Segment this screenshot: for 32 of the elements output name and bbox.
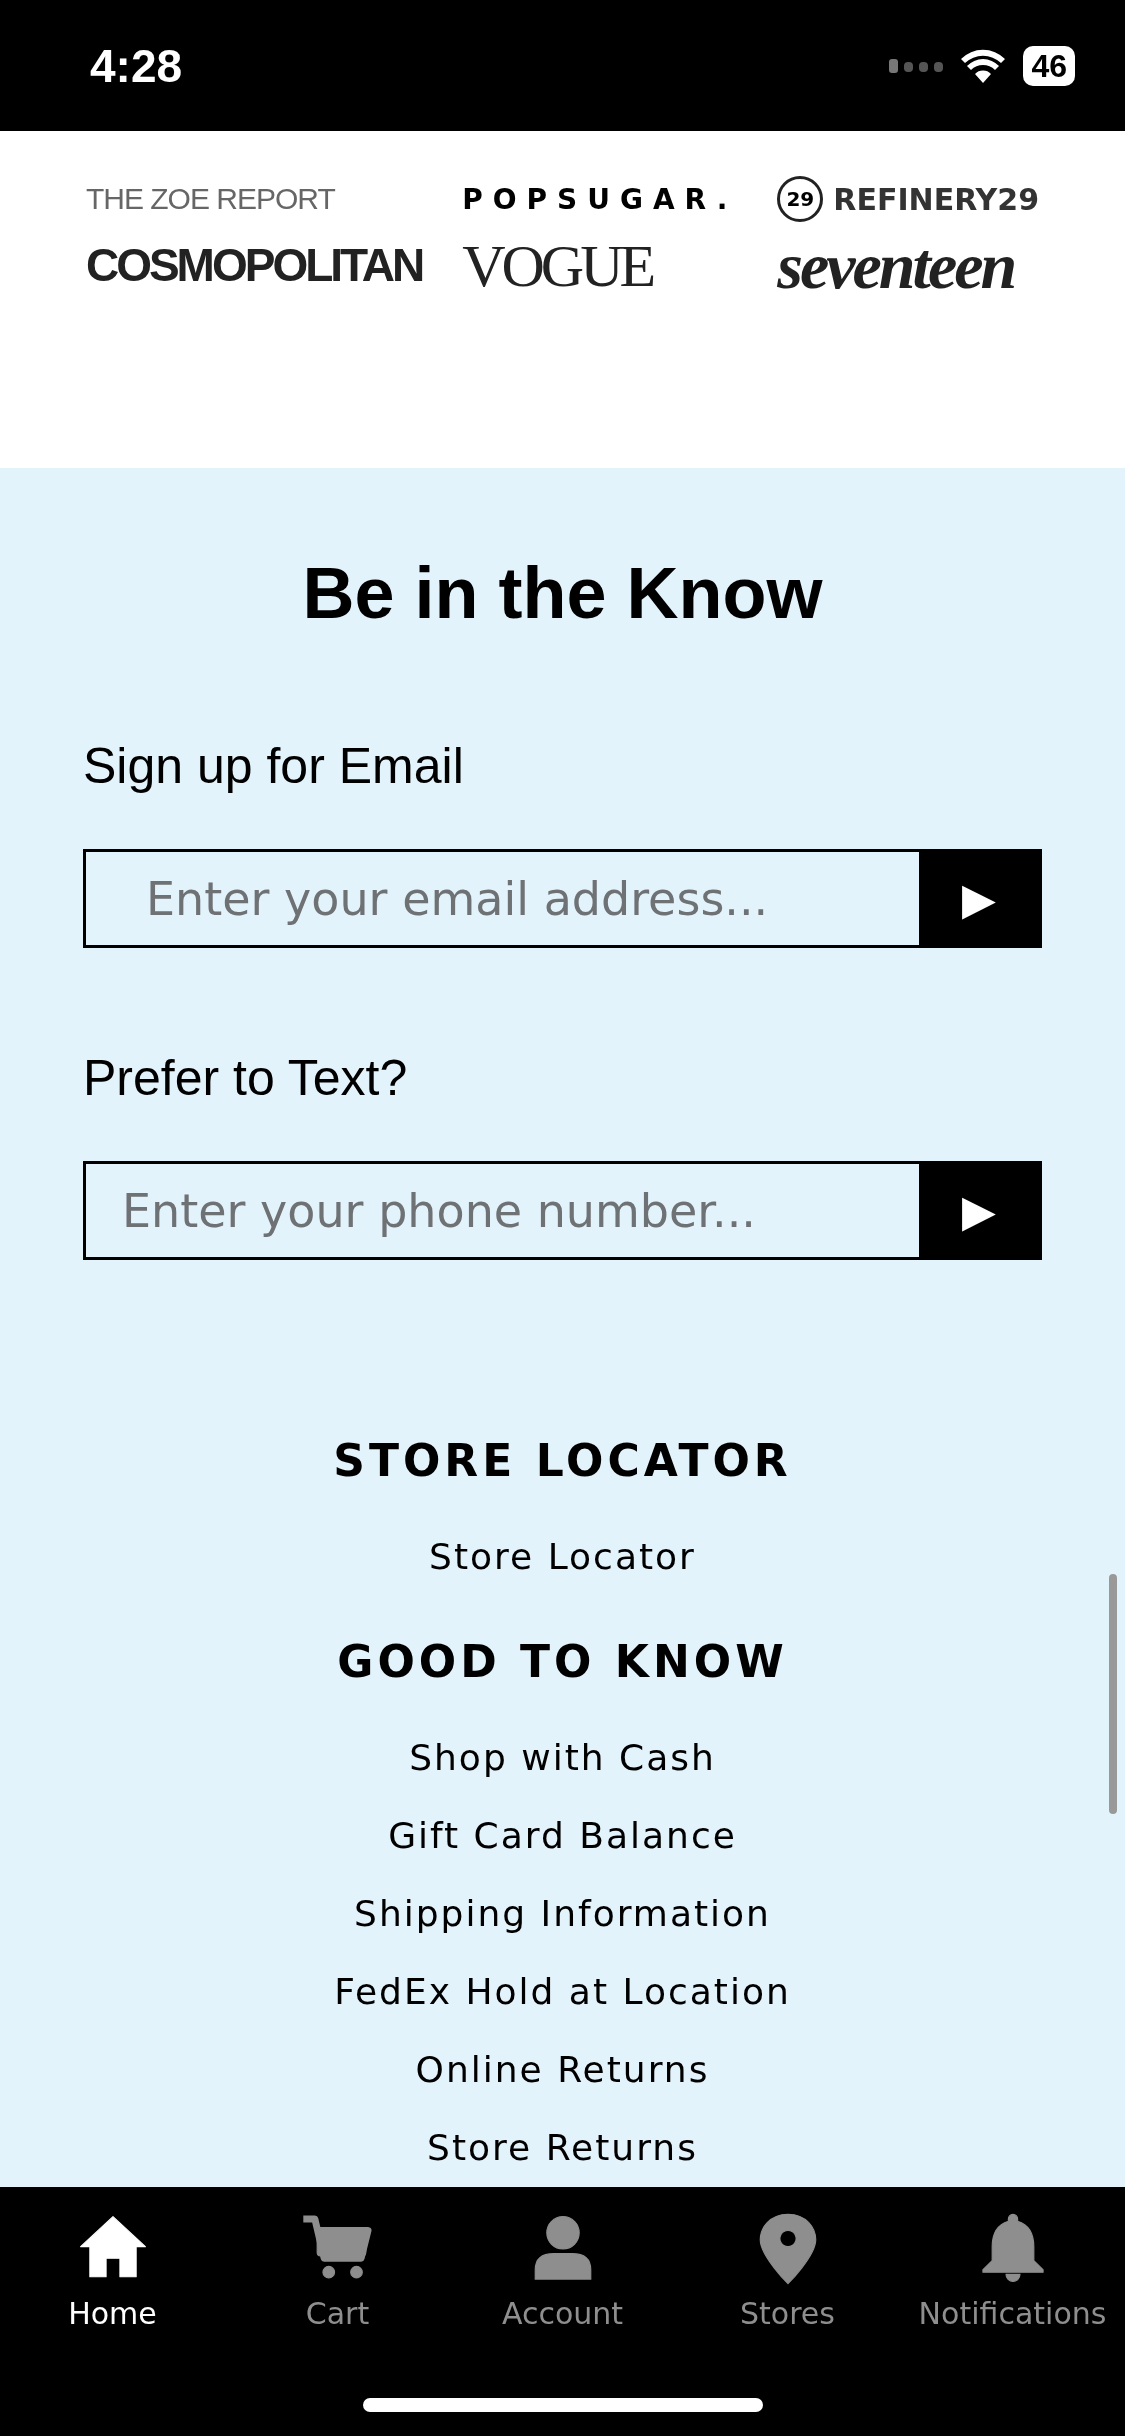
press-logo: seventeen xyxy=(777,228,1016,304)
tab-item[interactable]: Stores xyxy=(675,2212,900,2331)
tab-item[interactable]: Home xyxy=(0,2212,225,2331)
section-title: Be in the Know xyxy=(301,552,824,635)
footer-link[interactable]: Store Locator xyxy=(429,1518,696,1596)
press-logo: COSMOPOLITAN xyxy=(85,238,423,294)
submit-button[interactable]: ▶ xyxy=(919,852,1039,946)
tab-item[interactable]: Account xyxy=(450,2212,675,2331)
footer-link[interactable]: Shop with Cash xyxy=(409,1719,716,1797)
footer-heading: GOOD TO KNOW xyxy=(337,1636,788,1687)
press-logo: VOGUE xyxy=(462,231,654,301)
tab-item[interactable]: Cart xyxy=(225,2212,450,2331)
footer-heading: STORE LOCATOR xyxy=(333,1435,792,1486)
footer-link[interactable]: FedEx Hold at Location xyxy=(334,1953,791,2031)
input-field[interactable]: Enter your phone number... ▶ xyxy=(83,1161,1042,1260)
signal-icon xyxy=(889,57,944,74)
form-label: Sign up for Email xyxy=(83,737,465,797)
logo-mark: 29 xyxy=(777,176,824,222)
input-field[interactable]: Enter your email address... ▶ xyxy=(83,849,1042,949)
wifi-icon xyxy=(961,48,1006,83)
submit-button[interactable]: ▶ xyxy=(919,1164,1039,1257)
footer-link[interactable]: Online Returns xyxy=(415,2031,710,2109)
press-logo: POPSUGAR. xyxy=(462,182,738,216)
form-label: Prefer to Text? xyxy=(83,1049,409,1109)
battery-level: 46 xyxy=(1023,45,1075,86)
press-logo: THE ZOE REPORT xyxy=(85,182,336,216)
footer-link[interactable]: Shipping Information xyxy=(354,1875,771,1953)
press-logo: REFINERY29 xyxy=(833,181,1040,217)
status-time: 4:28 xyxy=(90,38,183,93)
tab-item[interactable]: Notifications xyxy=(900,2212,1125,2331)
footer-link[interactable]: Gift Card Balance xyxy=(388,1797,737,1875)
footer-link[interactable]: Store Returns xyxy=(427,2109,698,2187)
